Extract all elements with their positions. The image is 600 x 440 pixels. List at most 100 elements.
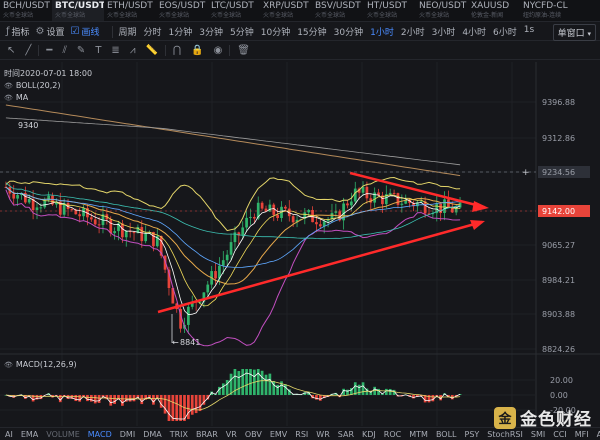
indicator-tab[interactable]: MACD (88, 430, 112, 439)
macd-bar (132, 395, 136, 402)
arrowhead-icon (470, 220, 485, 230)
indicator-tab[interactable]: TRIX (170, 430, 188, 439)
candle (388, 192, 392, 195)
indicator-tab[interactable]: PSY (465, 430, 480, 439)
indicator-tab[interactable]: RSI (295, 430, 308, 439)
candle (241, 227, 245, 236)
indicator-tab[interactable]: VR (226, 430, 237, 439)
candle (423, 201, 427, 214)
horizontal-line-icon[interactable]: ━ (46, 45, 52, 56)
indicator-tab[interactable]: StochRSI (487, 430, 523, 439)
candle (284, 206, 287, 209)
symbol-tab[interactable]: HT/USDT 火币全球站 (364, 0, 416, 21)
symbol-tab-exchange: 火币全球站 (419, 12, 450, 19)
indicator-tab[interactable]: BOLL (436, 430, 457, 439)
period-option[interactable]: 15分钟 (297, 25, 326, 38)
period-option[interactable]: 3小时 (432, 25, 456, 38)
symbol-tab[interactable]: BSV/USDT 火币全球站 (312, 0, 364, 21)
period-option[interactable]: 30分钟 (334, 25, 363, 38)
eye-icon[interactable]: 👁 (4, 94, 13, 102)
candle (144, 233, 148, 242)
indicator-tab[interactable]: VOLUME (46, 430, 80, 439)
symbol-tab[interactable]: EOS/USDT 火币全球站 (156, 0, 208, 21)
indicator-icon: ƒ (6, 26, 10, 37)
chart-canvas[interactable]: 9340 8841← 9396.88 9312.86 9234.56 9142.00 906… (0, 62, 600, 428)
indicator-tab[interactable]: WR (316, 430, 329, 439)
eye-icon[interactable]: 👁 (4, 82, 13, 90)
indicator-tab[interactable]: BRAR (196, 430, 218, 439)
indicator-tab[interactable]: CCI (553, 430, 567, 439)
symbol-tab-exchange: 火币全球站 (263, 12, 294, 19)
period-option[interactable]: 2小时 (401, 25, 425, 38)
eye-icon[interactable]: ◉ (214, 45, 223, 56)
indicator-tab[interactable]: KDJ (362, 430, 376, 439)
candle (109, 219, 113, 234)
indicator-tab[interactable]: SMI (531, 430, 545, 439)
ruler-icon[interactable]: 📏 (145, 45, 157, 56)
watermark: 金 金色财经 (494, 405, 592, 430)
period-option[interactable]: 1分钟 (169, 25, 193, 38)
symbol-tab[interactable]: ETH/USDT 火币全球站 (104, 0, 156, 21)
indicator-button[interactable]: ƒ 指标 (6, 25, 30, 38)
macd-bar (128, 395, 132, 402)
period-option[interactable]: 分时 (144, 25, 162, 38)
period-option[interactable]: 1小时 (370, 25, 394, 38)
macd-bar (388, 388, 392, 395)
symbol-tab-exchange: 火币全球站 (315, 12, 346, 19)
indicator-tab[interactable]: MFI (575, 430, 589, 439)
candle (12, 193, 16, 199)
candle (346, 203, 349, 206)
symbol-tab-exchange: 伦敦金-新闻 (471, 12, 504, 19)
indicator-tab[interactable]: OBV (245, 430, 262, 439)
text-icon[interactable]: T (95, 45, 101, 56)
indicator-tab[interactable]: MTM (409, 430, 428, 439)
macd-bar (187, 395, 190, 420)
price-axis-label: 9065.27 (542, 241, 575, 250)
period-option[interactable]: 10分钟 (261, 25, 290, 38)
pattern-icon[interactable]: ⩘ (130, 45, 136, 56)
indicator-tab[interactable]: EMA (21, 430, 38, 439)
symbol-tab-exchange: 火币全球站 (211, 12, 242, 19)
pencil-icon[interactable]: ✎ (77, 45, 85, 56)
fibonacci-icon[interactable]: ≣ (111, 45, 119, 56)
indicator-tab[interactable]: ATR (597, 430, 600, 439)
indicator-tab[interactable]: DMA (143, 430, 162, 439)
ma90-line (5, 117, 461, 166)
symbol-tab[interactable]: BCH/USDT 火币全球站 (0, 0, 52, 21)
price-axis-label: 8984.21 (542, 276, 575, 285)
lock-icon[interactable]: 🔒 (191, 45, 203, 56)
period-option[interactable]: 4小时 (462, 25, 486, 38)
settings-button[interactable]: ⚙ 设置 (36, 25, 65, 38)
period-option[interactable]: 6小时 (493, 25, 517, 38)
arrow-icon[interactable]: ↖ (7, 45, 15, 56)
symbol-tab[interactable]: NEO/USDT 火币全球站 (416, 0, 468, 21)
symbol-tab[interactable]: BTC/USDT 火币全球站 (52, 0, 104, 21)
indicator-label: 指标 (11, 28, 30, 38)
symbol-tab[interactable]: XRP/USDT 火币全球站 (260, 0, 312, 21)
symbol-tab[interactable]: XAUUSD 伦敦金-新闻 (468, 0, 520, 21)
magnet-icon[interactable]: ⋂ (173, 45, 181, 56)
candle (113, 231, 116, 234)
draw-button[interactable]: ☑ 画线 (71, 25, 100, 38)
candle (353, 188, 357, 202)
macd-bar (194, 395, 198, 414)
channel-icon[interactable]: ⫽ (62, 45, 66, 56)
indicator-tab[interactable]: ROC (384, 430, 401, 439)
macd-bar (167, 395, 171, 421)
indicator-tab[interactable]: SAR (338, 430, 354, 439)
candle (229, 242, 233, 255)
trendline-icon[interactable]: ╱ (25, 45, 31, 56)
period-option[interactable]: 1s (524, 25, 534, 38)
symbol-tab[interactable]: NYCFD-CL 纽约原油-连续 (520, 0, 572, 21)
layout-select[interactable]: 单窗口 ▾ (552, 24, 596, 41)
trash-icon[interactable]: 🗑 (237, 45, 250, 56)
indicator-tab[interactable]: DMI (120, 430, 135, 439)
eye-icon[interactable]: 👁 (4, 361, 13, 369)
price-chart[interactable]: 9340 8841 ← 9396.88 9312.86 9234.56 9142.00 906… (0, 62, 600, 440)
indicator-tab[interactable]: AI (5, 430, 13, 439)
symbol-tab[interactable]: LTC/USDT 火币全球站 (208, 0, 260, 21)
period-option[interactable]: 5分钟 (230, 25, 254, 38)
indicator-tab[interactable]: EMV (270, 430, 287, 439)
period-option[interactable]: 3分钟 (199, 25, 223, 38)
symbol-tab-bar: BCH/USDT 火币全球站 BTC/USDT 火币全球站 ETH/USDT 火币全球站 E… (0, 0, 600, 22)
